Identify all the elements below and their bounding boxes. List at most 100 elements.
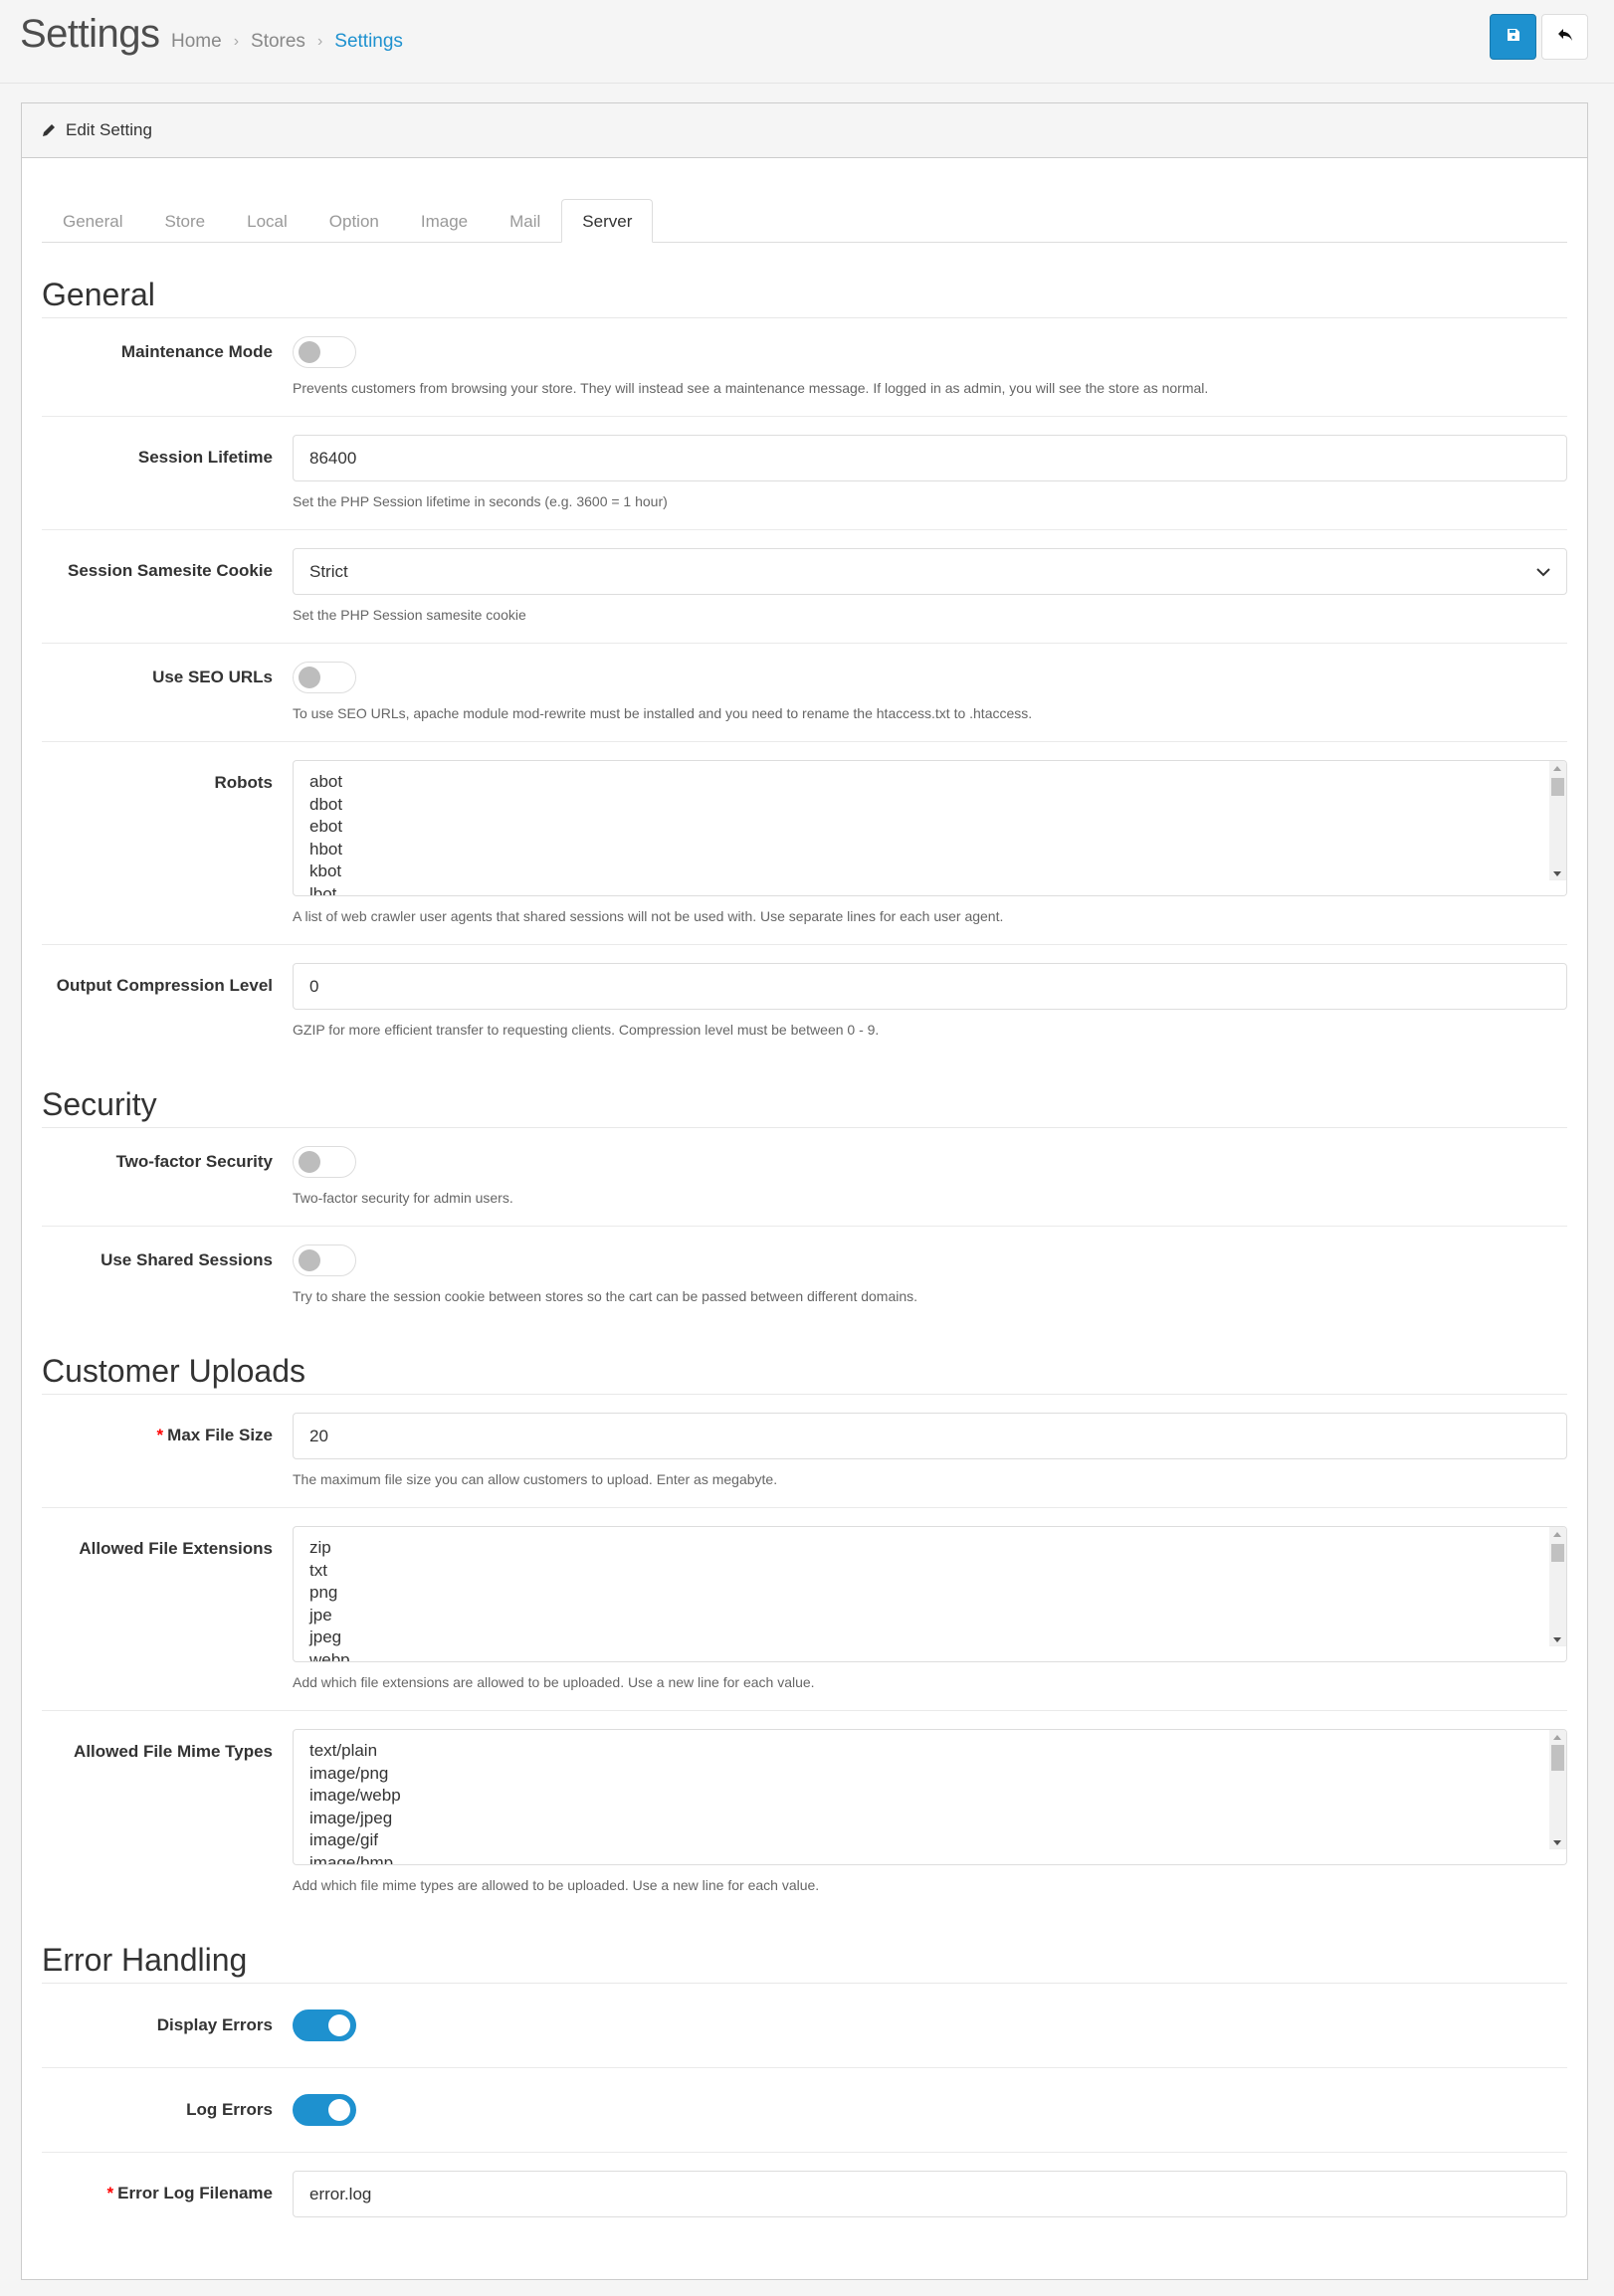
mime-types-textarea[interactable]: text/plain image/png image/webp image/jp…	[293, 1729, 1567, 1865]
maintenance-mode-row: Maintenance Mode Prevents customers from…	[42, 318, 1567, 417]
mime-type-line: text/plain	[309, 1741, 378, 1760]
back-button[interactable]	[1541, 14, 1588, 60]
mime-types-help: Add which file mime types are allowed to…	[293, 1877, 820, 1893]
maintenance-mode-toggle[interactable]	[293, 336, 356, 368]
robots-row: Robots abot dbot ebot hbot kbot lbot A l…	[42, 742, 1567, 945]
section-title-security: Security	[42, 1085, 1567, 1128]
scroll-up-icon[interactable]	[1553, 1735, 1561, 1740]
scroll-down-icon[interactable]	[1553, 1637, 1561, 1642]
scrollbar[interactable]	[1549, 1730, 1566, 1850]
display-errors-row: Display Errors	[42, 1984, 1567, 2068]
two-factor-toggle[interactable]	[293, 1146, 356, 1178]
extension-line: jpe	[309, 1605, 332, 1625]
log-filename-input[interactable]: error.log	[293, 2171, 1567, 2217]
robots-line: lbot	[309, 883, 337, 896]
session-samesite-row: Session Samesite Cookie Strict Set the P…	[42, 530, 1567, 644]
chevron-right-icon: ›	[316, 33, 323, 50]
session-samesite-help: Set the PHP Session samesite cookie	[293, 607, 526, 623]
resize-grip-icon[interactable]	[1549, 1848, 1566, 1864]
breadcrumb-stores[interactable]: Stores	[251, 31, 305, 53]
card-header: Edit Setting	[22, 103, 1587, 158]
extension-line: zip	[309, 1538, 331, 1557]
robots-textarea[interactable]: abot dbot ebot hbot kbot lbot	[293, 760, 1567, 896]
robots-label: Robots	[214, 773, 273, 792]
mime-type-line: image/png	[309, 1763, 389, 1783]
two-factor-help: Two-factor security for admin users.	[293, 1190, 513, 1206]
log-filename-row: * Error Log Filename error.log	[42, 2153, 1567, 2237]
scroll-up-icon[interactable]	[1553, 766, 1561, 771]
compression-row: Output Compression Level 0 GZIP for more…	[42, 945, 1567, 1057]
extension-line: jpeg	[309, 1627, 342, 1646]
display-errors-toggle[interactable]	[293, 2009, 356, 2041]
log-errors-label: Log Errors	[186, 2100, 273, 2119]
robots-line: dbot	[309, 794, 343, 814]
mime-types-label: Allowed File Mime Types	[74, 1742, 273, 1761]
settings-tabs: General Store Local Option Image Mail Se…	[42, 178, 1567, 243]
extensions-textarea[interactable]: zip txt png jpe jpeg webp	[293, 1526, 1567, 1662]
tab-general[interactable]: General	[42, 199, 143, 243]
max-file-size-row: * Max File Size 20 The maximum file size …	[42, 1395, 1567, 1508]
session-lifetime-input[interactable]: 86400	[293, 435, 1567, 481]
extension-line: txt	[309, 1560, 327, 1580]
session-lifetime-row: Session Lifetime 86400 Set the PHP Sessi…	[42, 417, 1567, 530]
session-samesite-value: Strict	[309, 561, 348, 581]
robots-line: abot	[309, 772, 343, 791]
tab-mail[interactable]: Mail	[489, 199, 561, 243]
session-lifetime-help: Set the PHP Session lifetime in seconds …	[293, 493, 668, 509]
page-header: Settings Home › Stores › Settings	[0, 0, 1614, 84]
mime-types-row: Allowed File Mime Types text/plain image…	[42, 1711, 1567, 1913]
shared-sessions-row: Use Shared Sessions Try to share the ses…	[42, 1227, 1567, 1324]
scroll-thumb[interactable]	[1551, 1544, 1564, 1562]
compression-input[interactable]: 0	[293, 963, 1567, 1010]
shared-sessions-toggle[interactable]	[293, 1244, 356, 1276]
section-title-errors: Error Handling	[42, 1941, 1567, 1984]
display-errors-label: Display Errors	[156, 2015, 273, 2034]
max-file-size-help: The maximum file size you can allow cust…	[293, 1471, 778, 1487]
log-errors-row: Log Errors	[42, 2068, 1567, 2153]
reply-icon	[1557, 28, 1573, 47]
session-samesite-select[interactable]: Strict	[293, 548, 1567, 595]
tab-image[interactable]: Image	[400, 199, 489, 243]
resize-grip-icon[interactable]	[1549, 1645, 1566, 1661]
robots-help: A list of web crawler user agents that s…	[293, 908, 1004, 924]
seo-urls-toggle[interactable]	[293, 662, 356, 693]
robots-line: kbot	[309, 861, 342, 880]
breadcrumb-settings[interactable]: Settings	[334, 31, 403, 53]
compression-label: Output Compression Level	[56, 976, 273, 995]
section-title-uploads: Customer Uploads	[42, 1352, 1567, 1395]
scroll-thumb[interactable]	[1551, 778, 1564, 796]
save-button[interactable]	[1490, 14, 1536, 60]
extension-line: png	[309, 1583, 338, 1602]
mime-type-line: image/gif	[309, 1830, 378, 1849]
maintenance-mode-label: Maintenance Mode	[120, 342, 273, 361]
tab-local[interactable]: Local	[226, 199, 308, 243]
seo-urls-help: To use SEO URLs, apache module mod-rewri…	[293, 705, 1033, 721]
resize-grip-icon[interactable]	[1549, 879, 1566, 895]
extensions-row: Allowed File Extensions zip txt png jpe …	[42, 1508, 1567, 1711]
extension-line: webp	[309, 1649, 350, 1662]
max-file-size-input[interactable]: 20	[293, 1413, 1567, 1459]
scroll-down-icon[interactable]	[1553, 871, 1561, 876]
scrollbar[interactable]	[1549, 761, 1566, 881]
scrollbar[interactable]	[1549, 1527, 1566, 1647]
log-errors-toggle[interactable]	[293, 2094, 356, 2126]
mime-type-line: image/bmp	[309, 1852, 394, 1865]
tab-store[interactable]: Store	[143, 199, 226, 243]
edit-setting-card: Edit Setting General Store Local Option …	[21, 102, 1588, 2280]
scroll-up-icon[interactable]	[1553, 1532, 1561, 1537]
extensions-help: Add which file extensions are allowed to…	[293, 1674, 815, 1690]
extensions-label: Allowed File Extensions	[79, 1539, 273, 1558]
tab-server[interactable]: Server	[561, 199, 654, 243]
breadcrumb-home[interactable]: Home	[171, 31, 222, 53]
mime-type-line: image/webp	[309, 1786, 401, 1805]
shared-sessions-help: Try to share the session cookie between …	[293, 1288, 918, 1304]
two-factor-label: Two-factor Security	[115, 1152, 273, 1171]
card-title: Edit Setting	[66, 120, 152, 139]
scroll-down-icon[interactable]	[1553, 1840, 1561, 1845]
seo-urls-label: Use SEO URLs	[152, 668, 273, 686]
chevron-down-icon	[1536, 562, 1550, 582]
tab-option[interactable]: Option	[308, 199, 400, 243]
max-file-size-label: * Max File Size	[156, 1426, 273, 1444]
scroll-thumb[interactable]	[1551, 1745, 1564, 1771]
shared-sessions-label: Use Shared Sessions	[101, 1250, 273, 1269]
